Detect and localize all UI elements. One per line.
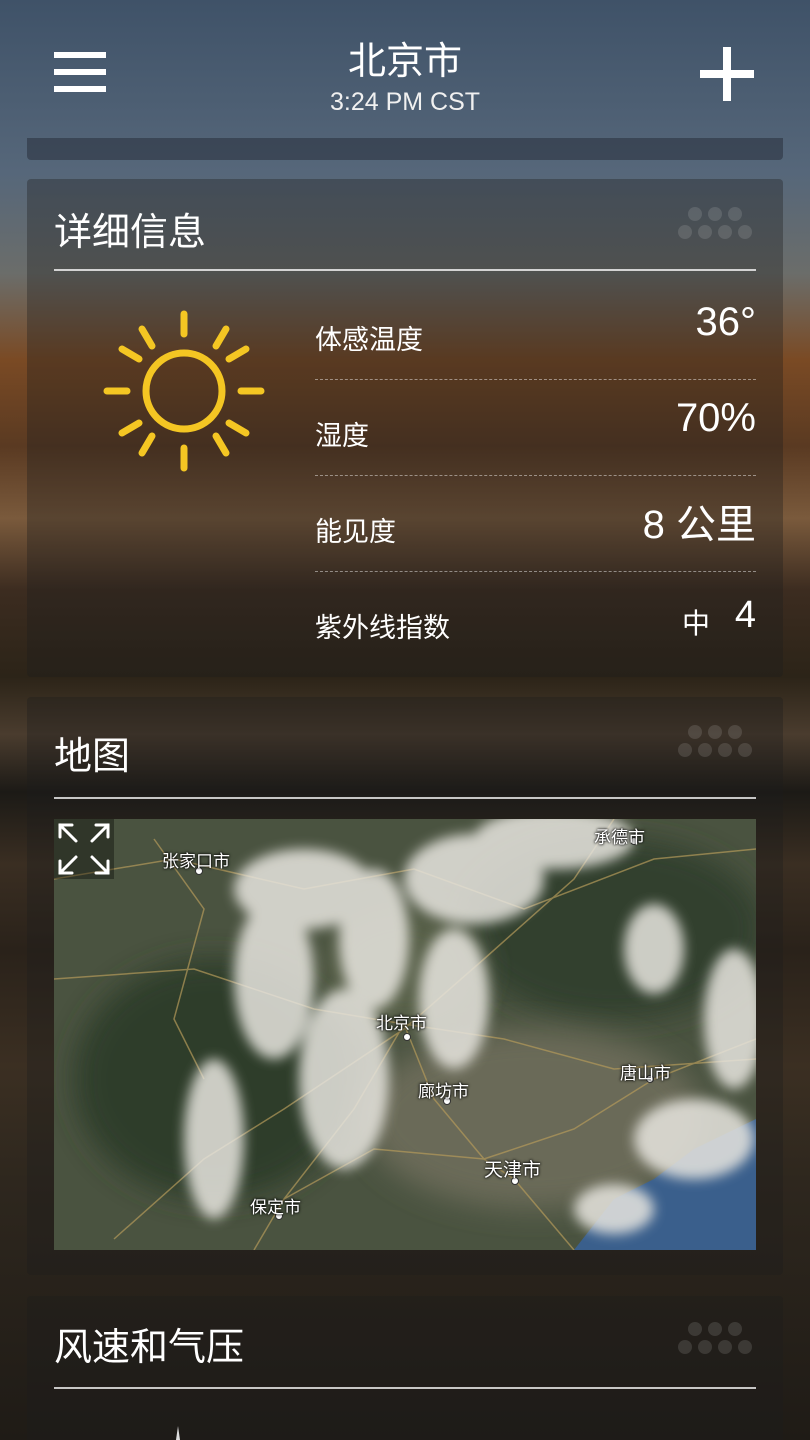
details-list: 体感温度 36° 湿度 70% 能见度 8 公里 紫外线指数 中 4	[315, 284, 756, 667]
uv-index-value: 4	[734, 594, 756, 636]
add-city-icon[interactable]	[700, 47, 754, 101]
map-label-tianjin: 天津市	[484, 1159, 542, 1181]
feels-like-value: 36°	[695, 300, 757, 344]
feels-like-label: 体感温度	[315, 325, 423, 356]
wind-pressure-divider	[54, 1387, 756, 1389]
previous-card-edge	[27, 138, 783, 160]
local-time: 3:24 PM CST	[329, 88, 481, 116]
drag-handle-icon[interactable]	[675, 725, 755, 759]
map-label-beijing: 北京市	[376, 1014, 427, 1034]
city-name[interactable]: 北京市	[0, 30, 810, 85]
map-label-zhangjiakou: 张家口市	[162, 852, 230, 872]
map-terrain	[54, 819, 756, 1250]
humidity-row: 湿度 70%	[315, 380, 756, 476]
visibility-label: 能见度	[315, 517, 396, 548]
sun-icon	[103, 310, 265, 472]
details-card: 详细信息 体感温度 36° 湿度 70% 能见度 8 公里 紫外线指数 中 4	[27, 179, 783, 677]
visibility-value: 8 公里	[642, 503, 756, 547]
wind-pressure-title: 风速和气压	[54, 1325, 245, 1369]
windmill-blade-icon	[176, 1426, 180, 1440]
map-divider	[54, 797, 756, 799]
map-card: 地图 张家口市 承德市 北京市 廊坊市 唐山市 天津市 保定市	[27, 697, 783, 1275]
details-title: 详细信息	[54, 210, 207, 254]
humidity-label: 湿度	[315, 421, 369, 452]
map-label-tangshan: 唐山市	[620, 1064, 671, 1084]
feels-like-row: 体感温度 36°	[315, 284, 756, 380]
satellite-map[interactable]: 张家口市 承德市 北京市 廊坊市 唐山市 天津市 保定市	[54, 819, 756, 1250]
visibility-row: 能见度 8 公里	[315, 476, 756, 572]
uv-index-label: 紫外线指数	[315, 613, 450, 644]
details-divider	[54, 269, 756, 271]
drag-handle-icon[interactable]	[675, 207, 755, 241]
map-label-baoding: 保定市	[250, 1198, 301, 1218]
humidity-value: 70%	[675, 396, 756, 440]
drag-handle-icon[interactable]	[675, 1322, 755, 1356]
map-label-langfang: 廊坊市	[418, 1082, 469, 1102]
uv-index-level: 中	[681, 607, 710, 640]
wind-pressure-card: 风速和气压	[27, 1296, 783, 1440]
expand-map-icon[interactable]	[54, 819, 114, 879]
map-label-chengde: 承德市	[594, 828, 645, 848]
uv-index-row: 紫外线指数 中 4	[315, 572, 756, 667]
map-title: 地图	[54, 734, 131, 778]
app-header: 北京市 3:24 PM CST	[0, 0, 810, 130]
